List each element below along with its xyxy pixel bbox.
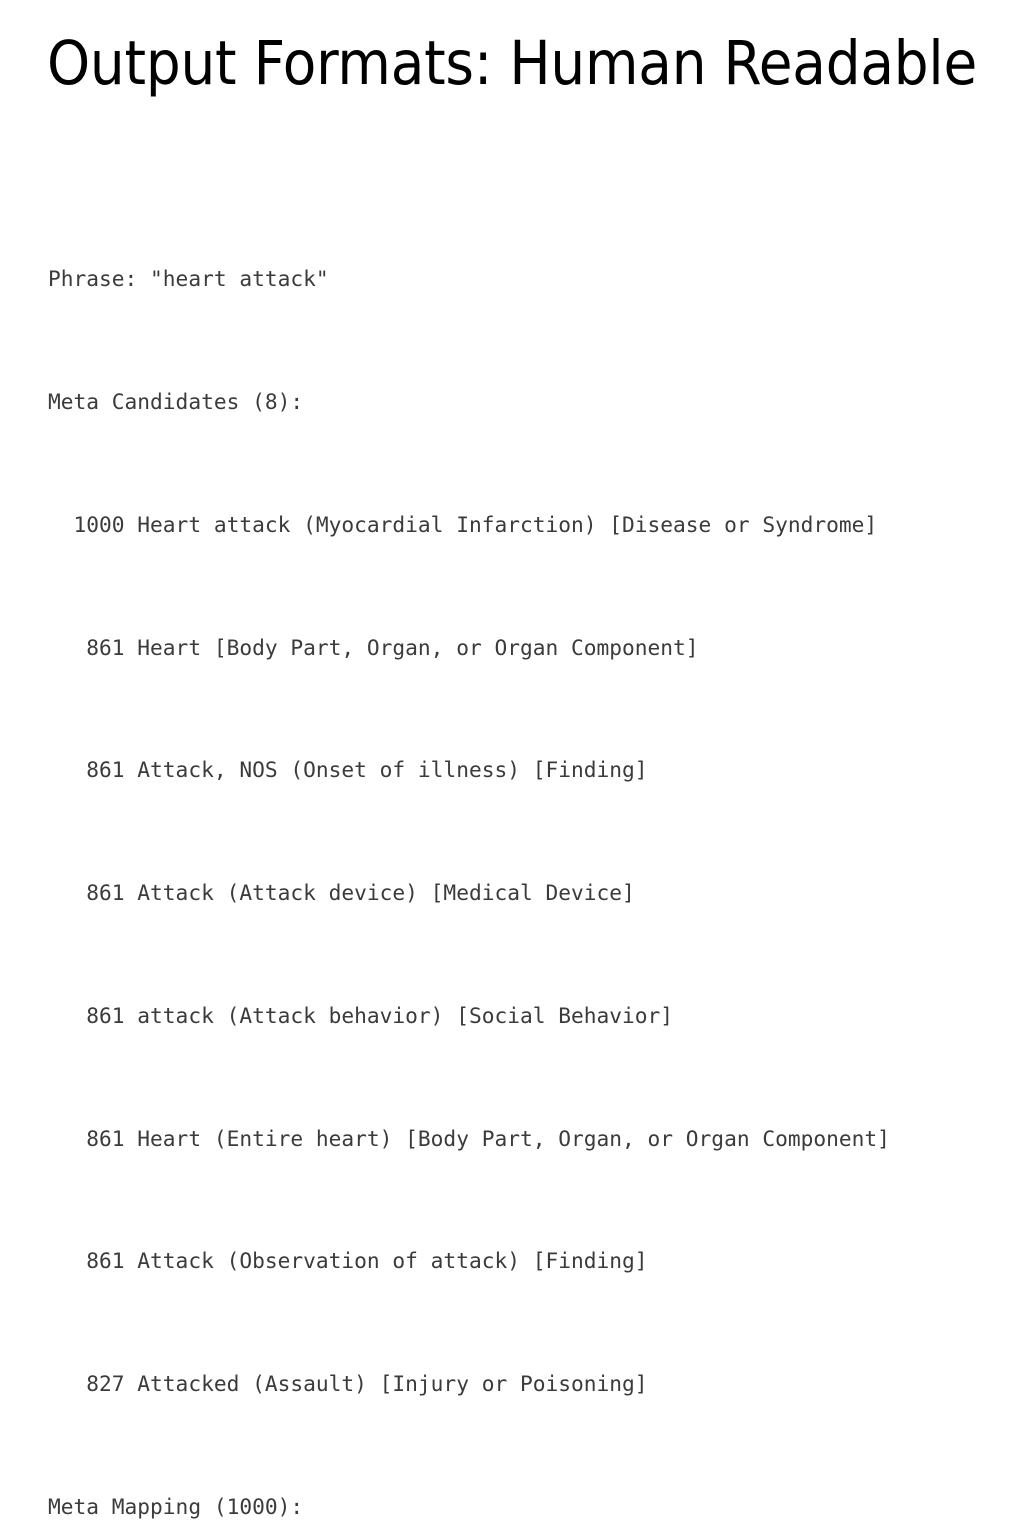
- slide-canvas: Output Formats: Human Readable Phrase: "…: [0, 0, 1024, 1519]
- output-line-candidate: 827 Attacked (Assault) [Injury or Poison…: [48, 1371, 648, 1397]
- output-line-candidate: 861 Heart (Entire heart) [Body Part, Org…: [48, 1125, 890, 1151]
- page-title: Output Formats: Human Readable: [46, 28, 978, 99]
- output-line-meta-mapping-header: Meta Mapping (1000):: [48, 1494, 304, 1520]
- output-line-meta-candidates-header: Meta Candidates (8):: [48, 388, 304, 414]
- output-line-candidate: 1000 Heart attack (Myocardial Infarction…: [48, 511, 878, 537]
- human-readable-output-block: Phrase: "heart attack" Meta Candidates (…: [48, 172, 988, 1536]
- output-line-candidate: 861 Attack (Observation of attack) [Find…: [48, 1248, 648, 1274]
- output-line-candidate: 861 attack (Attack behavior) [Social Beh…: [48, 1002, 674, 1028]
- output-line-candidate: 861 Attack (Attack device) [Medical Devi…: [48, 880, 635, 906]
- output-line-candidate: 861 Heart [Body Part, Organ, or Organ Co…: [48, 634, 699, 660]
- output-line-phrase: Phrase: "heart attack": [48, 266, 329, 292]
- output-line-candidate: 861 Attack, NOS (Onset of illness) [Find…: [48, 757, 648, 783]
